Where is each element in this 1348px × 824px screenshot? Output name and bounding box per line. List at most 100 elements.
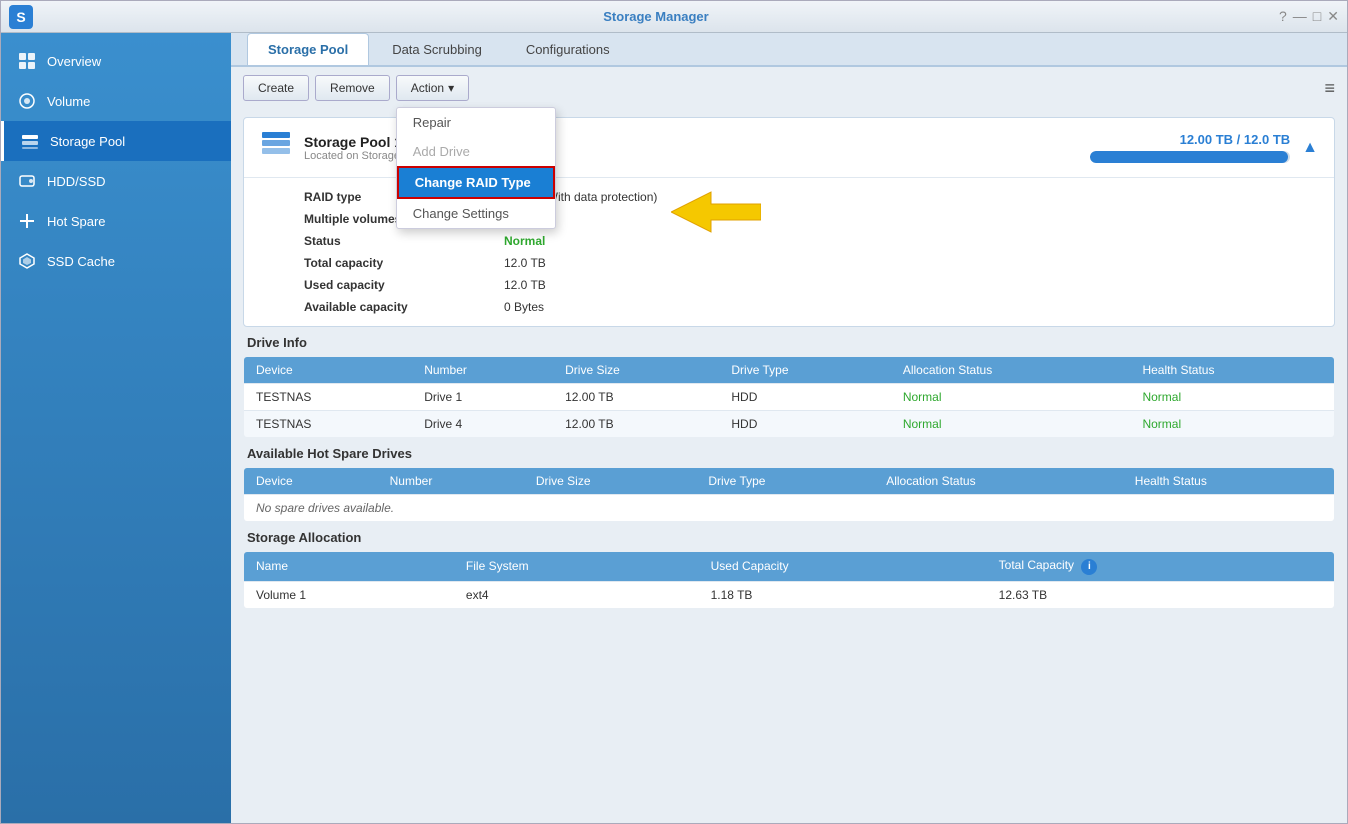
overview-icon <box>17 51 37 71</box>
sa-cell-used: 1.18 TB <box>699 581 987 608</box>
status-label: Status <box>304 232 504 250</box>
menu-item-add-drive[interactable]: Add Drive <box>397 137 555 166</box>
storage-allocation-section: Storage Allocation Name File System Used… <box>243 530 1335 609</box>
sidebar-label-ssd-cache: SSD Cache <box>47 254 115 269</box>
cell-number: Drive 4 <box>412 411 553 438</box>
hot-spare-table-head: Device Number Drive Size Drive Type Allo… <box>244 468 1335 495</box>
cell-allocation: Normal <box>891 411 1131 438</box>
remove-button[interactable]: Remove <box>315 75 390 101</box>
tab-configurations[interactable]: Configurations <box>505 33 631 65</box>
sidebar-item-ssd-cache[interactable]: SSD Cache <box>1 241 231 281</box>
col-health-status: Health Status <box>1130 357 1334 384</box>
table-row: TESTNAS Drive 4 12.00 TB HDD Normal Norm… <box>244 411 1335 438</box>
drive-info-table: Device Number Drive Size Drive Type Allo… <box>243 356 1335 438</box>
toolbar: Create Remove Action ▾ Repair Add Drive <box>231 67 1347 109</box>
sidebar: Overview Volume <box>1 33 231 823</box>
capacity-numbers: 12.00 TB / 12.0 TB <box>1090 132 1290 147</box>
toolbar-right: ≡ <box>1324 78 1335 99</box>
sa-cell-name: Volume 1 <box>244 581 454 608</box>
cell-size: 12.00 TB <box>553 411 719 438</box>
svg-text:S: S <box>16 9 25 25</box>
hs-col-drive-type: Drive Type <box>696 468 874 495</box>
tab-data-scrubbing[interactable]: Data Scrubbing <box>371 33 503 65</box>
total-capacity-info-icon[interactable]: i <box>1081 559 1097 575</box>
sidebar-item-hdd-ssd[interactable]: HDD/SSD <box>1 161 231 201</box>
cell-size: 12.00 TB <box>553 384 719 411</box>
window-controls[interactable]: ? — □ ✕ <box>1279 8 1339 25</box>
col-number: Number <box>412 357 553 384</box>
sa-col-total: Total Capacity i <box>987 552 1335 582</box>
hot-spare-section: Available Hot Spare Drives Device Number… <box>243 446 1335 522</box>
sidebar-label-volume: Volume <box>47 94 90 109</box>
sidebar-item-overview[interactable]: Overview <box>1 41 231 81</box>
action-dropdown-arrow: ▾ <box>448 81 454 95</box>
drive-info-table-head: Device Number Drive Size Drive Type Allo… <box>244 357 1335 384</box>
menu-item-change-settings[interactable]: Change Settings <box>397 199 555 228</box>
status-value: Normal <box>504 232 1314 250</box>
sidebar-item-volume[interactable]: Volume <box>1 81 231 121</box>
sidebar-label-overview: Overview <box>47 54 101 69</box>
cell-device: TESTNAS <box>244 411 413 438</box>
arrow-annotation <box>671 187 761 237</box>
cell-number: Drive 1 <box>412 384 553 411</box>
sa-cell-filesystem: ext4 <box>454 581 699 608</box>
col-drive-type: Drive Type <box>719 357 890 384</box>
hs-col-device: Device <box>244 468 378 495</box>
hs-col-number: Number <box>378 468 524 495</box>
sa-col-name: Name <box>244 552 454 582</box>
collapse-chevron-icon[interactable]: ▲ <box>1302 139 1318 157</box>
table-row: Volume 1 ext4 1.18 TB 12.63 TB <box>244 581 1335 608</box>
hot-spare-table-body: No spare drives available. <box>244 495 1335 522</box>
menu-item-repair[interactable]: Repair <box>397 108 555 137</box>
tab-storage-pool[interactable]: Storage Pool <box>247 33 369 65</box>
sidebar-item-storage-pool[interactable]: Storage Pool <box>1 121 231 161</box>
action-button[interactable]: Action ▾ <box>396 75 469 101</box>
total-capacity-label: Total capacity <box>304 254 504 272</box>
ssd-cache-icon <box>17 251 37 271</box>
hs-col-health-status: Health Status <box>1123 468 1335 495</box>
hs-col-drive-size: Drive Size <box>524 468 697 495</box>
app-window: S Storage Manager ? — □ ✕ <box>0 0 1348 824</box>
action-dropdown-menu: Repair Add Drive Change RAID Type Change… <box>396 107 556 229</box>
titlebar: S Storage Manager ? — □ ✕ <box>1 1 1347 33</box>
minimize-icon[interactable]: — <box>1293 8 1307 25</box>
create-button[interactable]: Create <box>243 75 309 101</box>
storage-allocation-table: Name File System Used Capacity Total Cap… <box>243 551 1335 609</box>
col-drive-size: Drive Size <box>553 357 719 384</box>
capacity-progress-track <box>1090 151 1290 163</box>
restore-icon[interactable]: □ <box>1313 8 1321 25</box>
sa-col-filesystem: File System <box>454 552 699 582</box>
window-title: Storage Manager <box>33 9 1279 24</box>
hdd-ssd-icon <box>17 171 37 191</box>
drive-info-table-body: TESTNAS Drive 1 12.00 TB HDD Normal Norm… <box>244 384 1335 438</box>
hs-col-allocation-status: Allocation Status <box>874 468 1123 495</box>
help-icon[interactable]: ? <box>1279 8 1287 25</box>
capacity-progress-fill <box>1090 151 1288 163</box>
cell-allocation: Normal <box>891 384 1131 411</box>
list-view-icon[interactable]: ≡ <box>1324 78 1335 98</box>
col-device: Device <box>244 357 413 384</box>
cell-type: HDD <box>719 411 890 438</box>
storage-allocation-table-head: Name File System Used Capacity Total Cap… <box>244 552 1335 582</box>
tab-bar: Storage Pool Data Scrubbing Configuratio… <box>231 33 1347 67</box>
menu-item-change-raid-type[interactable]: Change RAID Type <box>397 166 555 199</box>
sa-col-used: Used Capacity <box>699 552 987 582</box>
sa-cell-total: 12.63 TB <box>987 581 1335 608</box>
pool-capacity: 12.00 TB / 12.0 TB <box>1090 132 1290 163</box>
multiple-volumes-value: No <box>504 210 1314 228</box>
pool-header-icon <box>260 128 292 167</box>
sidebar-item-hot-spare[interactable]: Hot Spare <box>1 201 231 241</box>
total-capacity-value: 12.0 TB <box>504 254 1314 272</box>
sidebar-label-hot-spare: Hot Spare <box>47 214 106 229</box>
used-capacity-value: 12.0 TB <box>504 276 1314 294</box>
table-row: TESTNAS Drive 1 12.00 TB HDD Normal Norm… <box>244 384 1335 411</box>
storage-pool-icon <box>20 131 40 151</box>
hot-spare-icon <box>17 211 37 231</box>
cell-health: Normal <box>1130 384 1334 411</box>
col-allocation-status: Allocation Status <box>891 357 1131 384</box>
sidebar-label-storage-pool: Storage Pool <box>50 134 125 149</box>
drive-info-section: Drive Info Device Number Drive Size Driv… <box>243 335 1335 438</box>
raid-type-value: RAID5 (With data protection) <box>504 188 1314 206</box>
close-icon[interactable]: ✕ <box>1327 8 1339 25</box>
hot-spare-title: Available Hot Spare Drives <box>243 446 1335 461</box>
